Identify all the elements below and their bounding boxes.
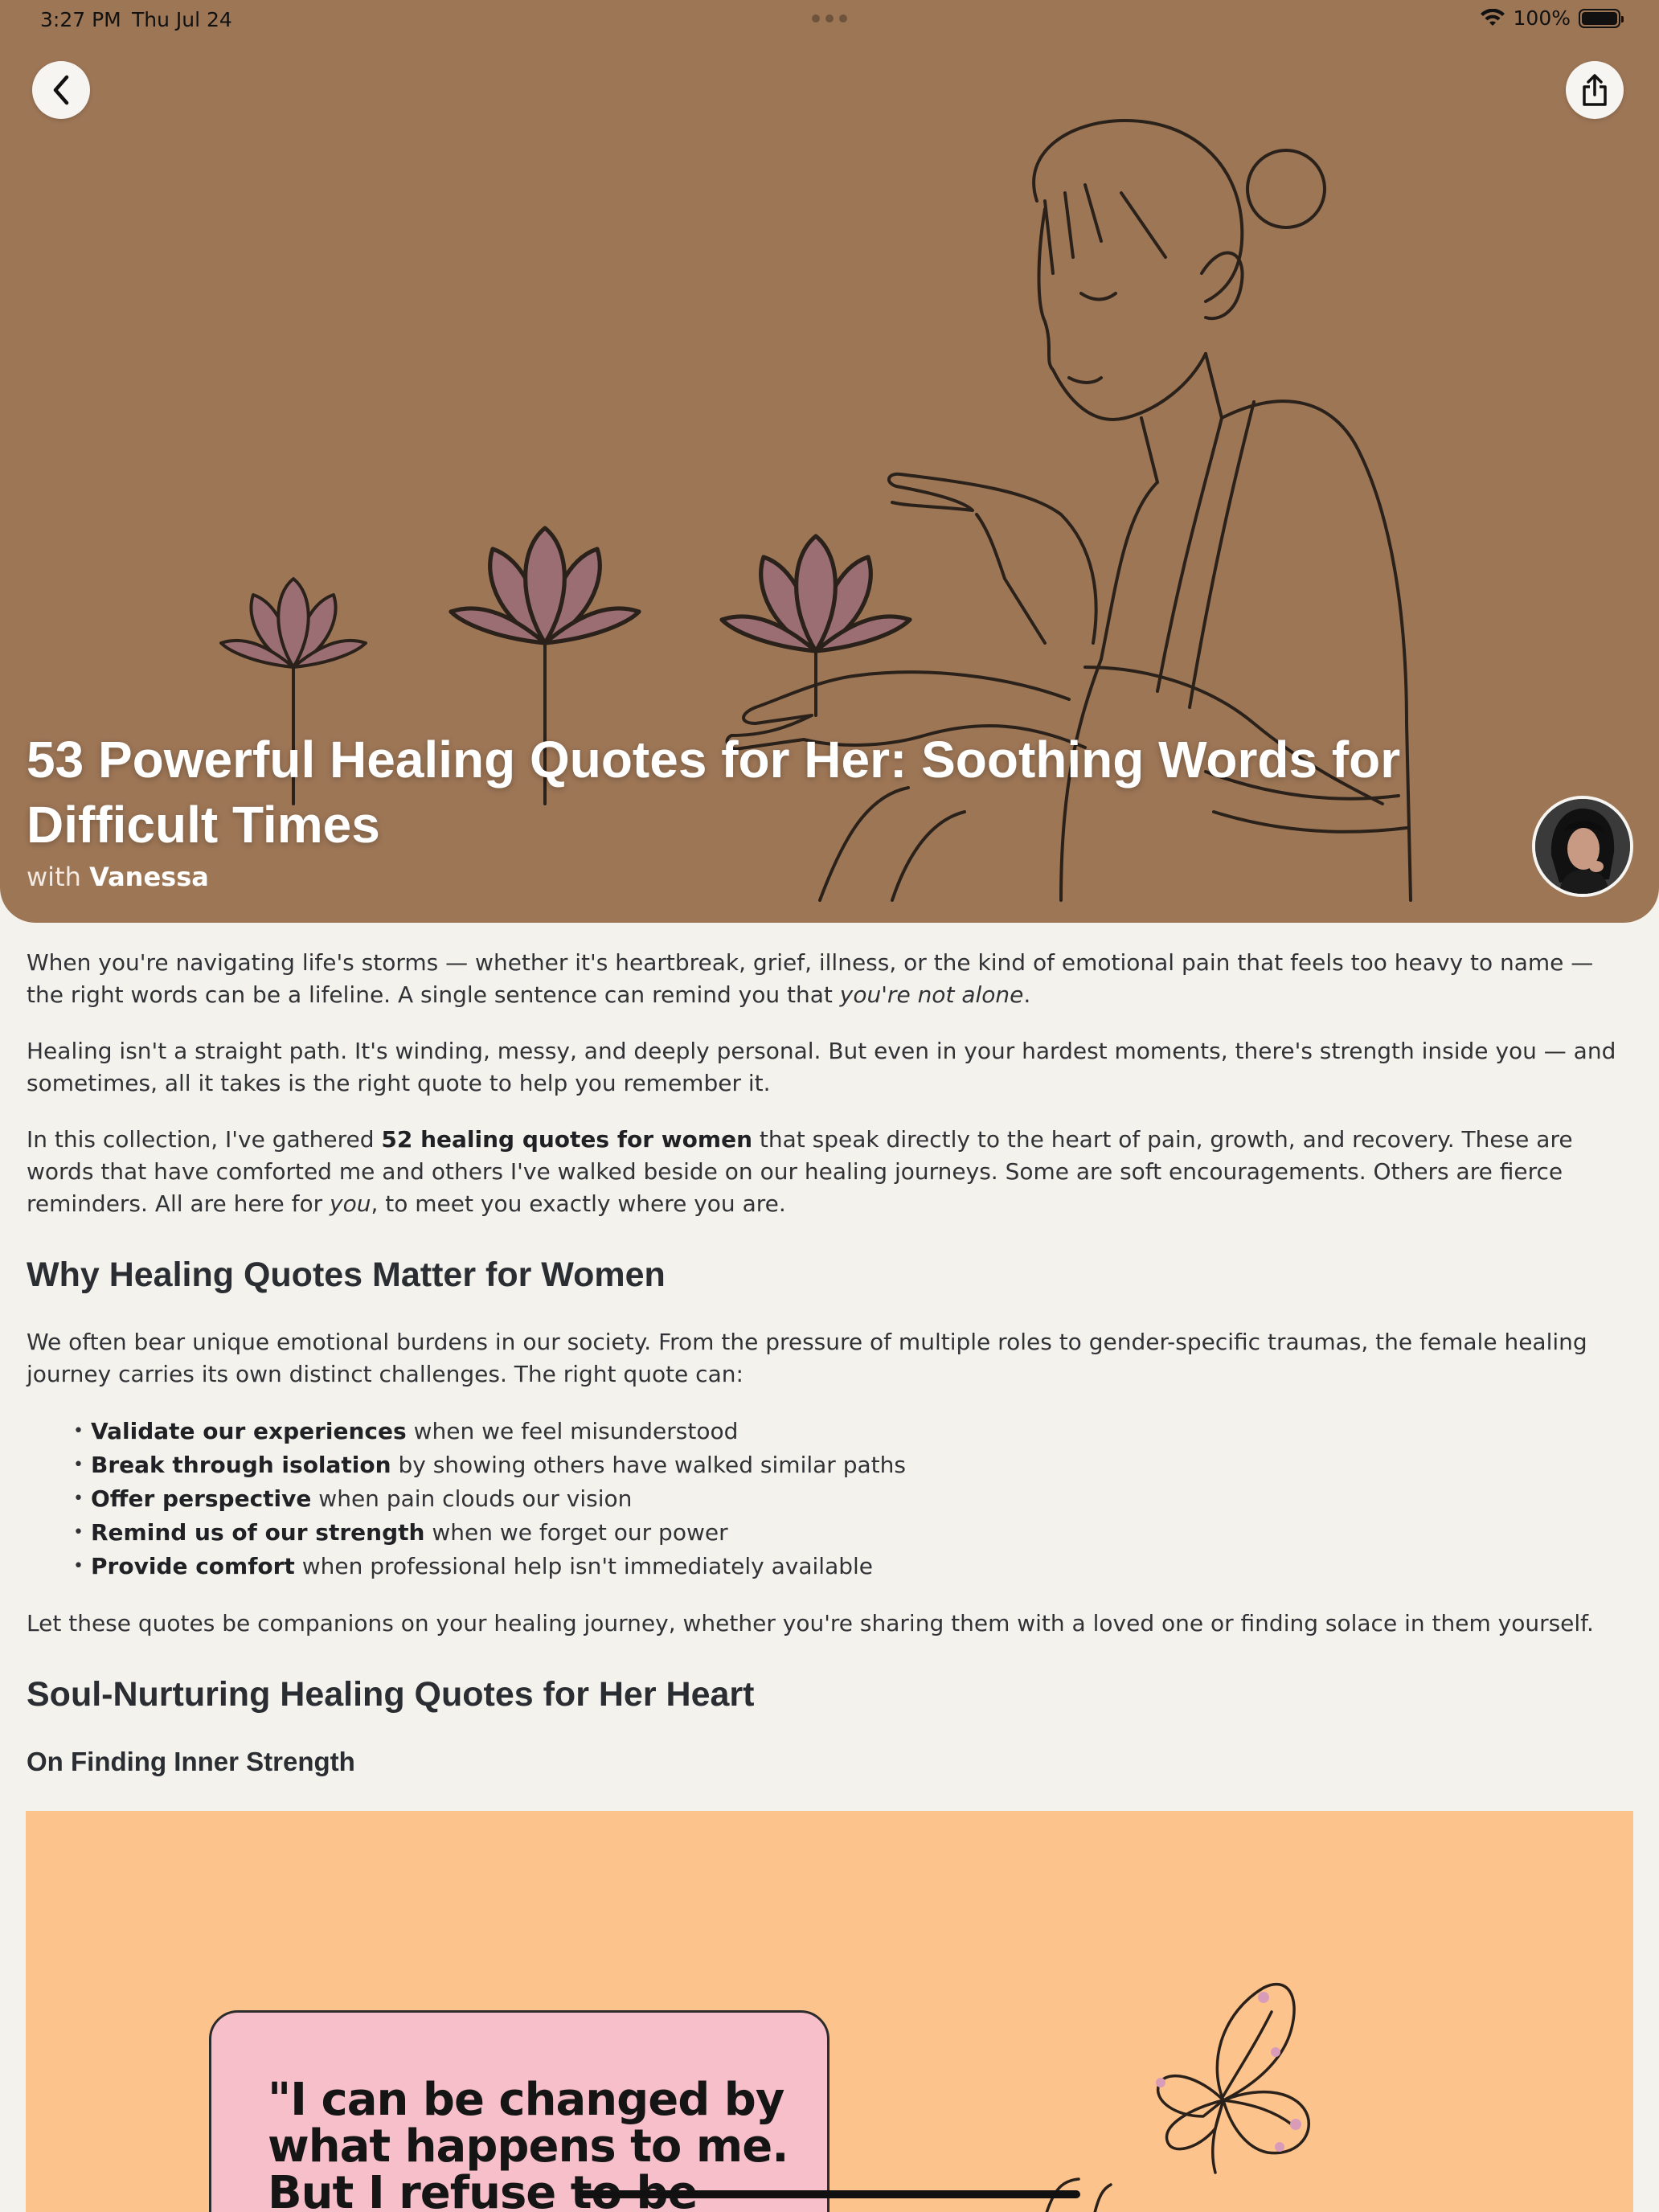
multitasking-dots-icon[interactable]: [812, 14, 847, 23]
section-heading-soul: Soul-Nurturing Healing Quotes for Her He…: [27, 1675, 755, 1714]
status-bar: 3:27 PM Thu Jul 24 100%: [0, 0, 1659, 39]
robe-collar: [1156, 400, 1256, 709]
benefits-list: Validate our experiences when we feel mi…: [73, 1415, 1634, 1583]
battery-icon: [1579, 8, 1624, 28]
woman-ear: [1200, 251, 1244, 321]
woman-hair-strands: [1043, 183, 1167, 275]
woman-closed-eye: [1079, 292, 1117, 301]
status-indicators: 100%: [1480, 6, 1624, 30]
chevron-left-icon: [53, 75, 69, 105]
lotus-middle: [449, 526, 641, 645]
article-body: When you're navigating life's storms — w…: [27, 947, 1634, 1780]
status-date: Thu Jul 24: [132, 8, 232, 31]
subheading-inner-strength: On Finding Inner Strength: [27, 1747, 355, 1776]
quote-image-card[interactable]: "I can be changed by what happens to me.…: [26, 1811, 1633, 2212]
author-avatar[interactable]: [1532, 796, 1633, 897]
byline-prefix: with: [27, 862, 81, 892]
status-time: 3:27 PM: [40, 8, 121, 31]
intro-paragraph-2: Healing isn't a straight path. It's wind…: [27, 1038, 1616, 1096]
battery-fill: [1582, 11, 1617, 25]
section-heading-why: Why Healing Quotes Matter for Women: [27, 1256, 666, 1294]
lotus-left: [219, 577, 367, 669]
list-item: Break through isolation by showing other…: [73, 1448, 1634, 1482]
list-item: Provide comfort when professional help i…: [73, 1550, 1634, 1583]
lotus-right: [719, 534, 912, 653]
list-item: Offer perspective when pain clouds our v…: [73, 1482, 1634, 1516]
author-portrait: [1535, 799, 1630, 894]
author-name[interactable]: Vanessa: [89, 862, 209, 892]
woman-face: [1037, 207, 1207, 421]
companions-paragraph: Let these quotes be companions on your h…: [27, 1610, 1594, 1636]
woman-head-outline: [1032, 119, 1244, 303]
list-item: Validate our experiences when we feel mi…: [73, 1415, 1634, 1448]
hero-banner: 53 Powerful Healing Quotes for Her: Soot…: [0, 0, 1659, 923]
woman-hair-bun: [1246, 149, 1326, 229]
wifi-icon: [1480, 8, 1505, 26]
home-indicator[interactable]: [579, 2190, 1080, 2198]
woman-mouth: [1067, 376, 1103, 384]
list-item: Remind us of our strength when we forget…: [73, 1516, 1634, 1550]
intro-paragraph-3: In this collection, I've gathered 52 hea…: [27, 1126, 1573, 1217]
woman-raised-hand: [887, 472, 1098, 645]
back-button[interactable]: [32, 61, 90, 119]
battery-percent: 100%: [1513, 6, 1571, 30]
intro-paragraph-1: When you're navigating life's storms — w…: [27, 949, 1594, 1008]
hand-outline-icon: [1045, 2177, 1112, 2212]
quote-box: "I can be changed by what happens to me.…: [209, 2010, 830, 2212]
page-title: 53 Powerful Healing Quotes for Her: Soot…: [27, 731, 1401, 854]
share-icon: [1583, 74, 1607, 106]
author-byline: with Vanessa: [27, 862, 209, 892]
share-button[interactable]: [1566, 61, 1624, 119]
why-paragraph: We often bear unique emotional burdens i…: [27, 1329, 1587, 1387]
